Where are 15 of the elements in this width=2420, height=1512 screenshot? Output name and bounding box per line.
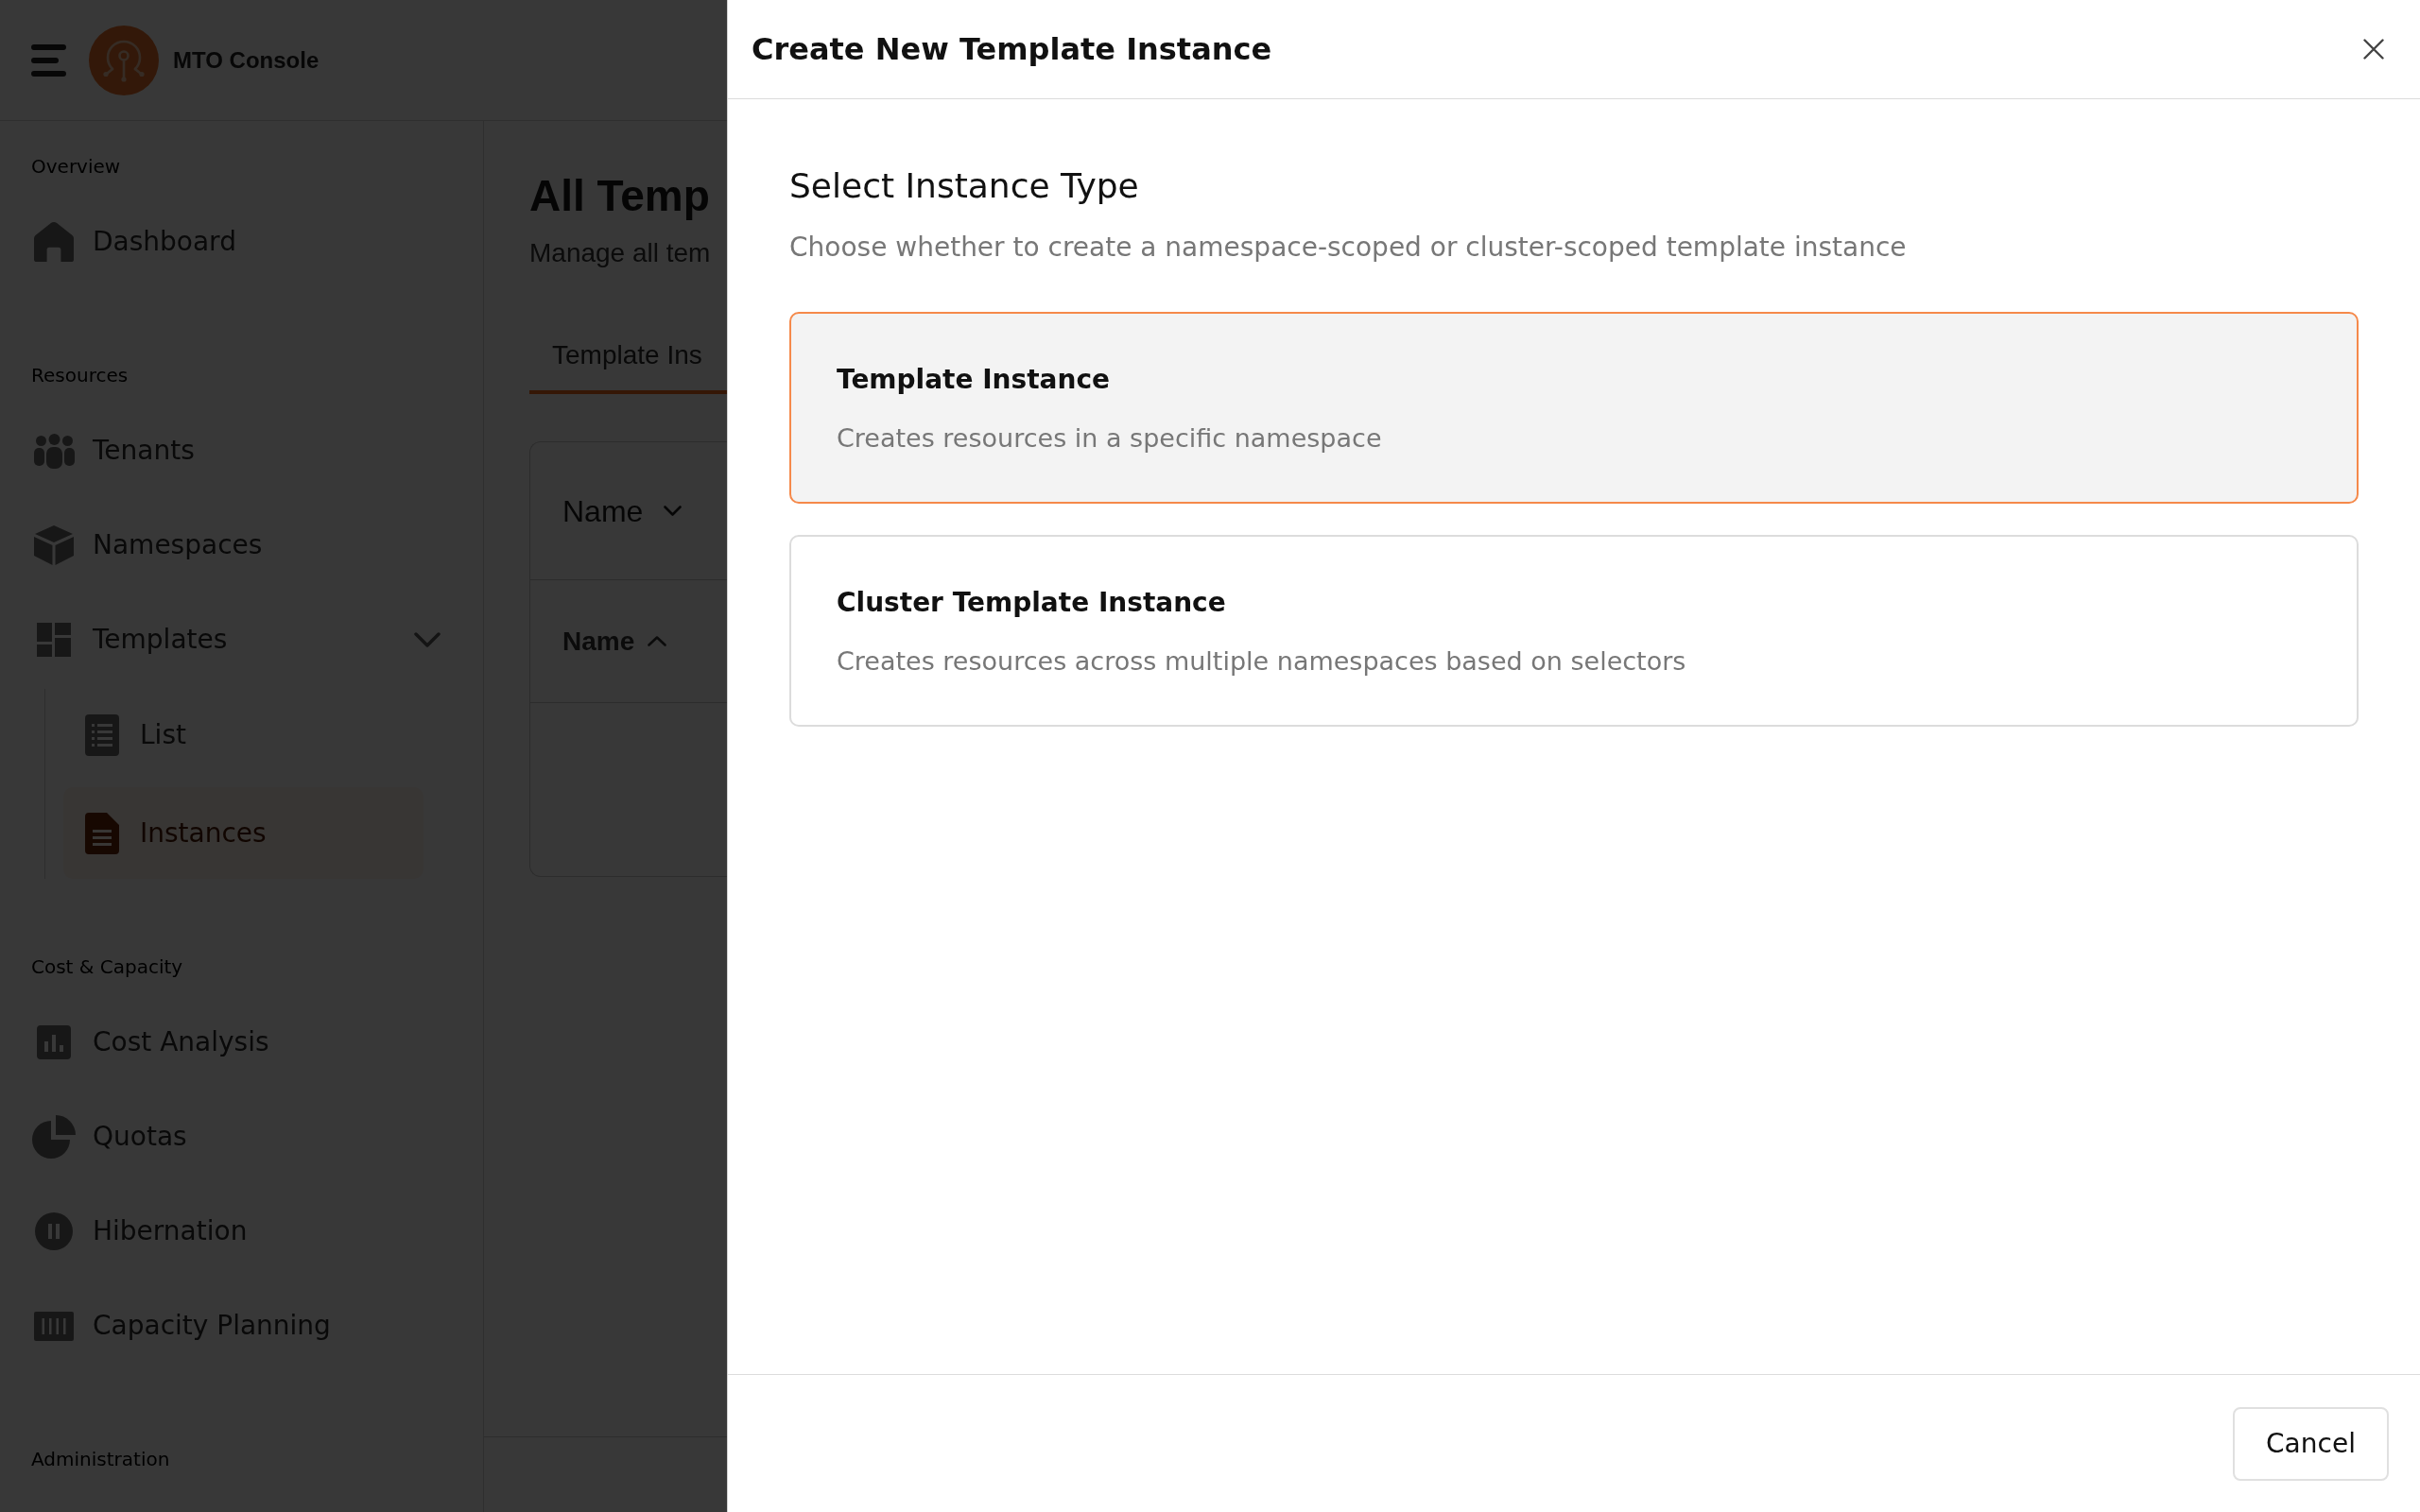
option-description: Creates resources across multiple namespaces based on selectors [837,645,1686,678]
option-card[interactable]: Template Instance Creates resources in a specific namespace [789,312,2359,504]
close-icon[interactable] [2363,39,2384,60]
dialog-title: Create New Template Instance [752,30,1272,68]
nav-section-label: Overview [31,155,121,178]
nav-section-label: Resources [31,364,129,387]
nav-section-label: Cost & Capacity [31,955,183,978]
option-card[interactable]: Cluster Template Instance Creates resources across multiple namespaces based on selectors [789,535,2359,727]
section-heading: Select Instance Type [789,167,1139,205]
cancel-button[interactable]: Cancel [2233,1406,2389,1481]
option-title: Template Instance [837,363,1111,397]
section-description: Choose whether to create a namespace-scoped or cluster-scoped template instance [789,231,1907,265]
nav-section-label: Administration [31,1448,170,1470]
option-description: Creates resources in a specific namespace [837,422,1382,455]
option-title: Cluster Template Instance [837,586,1226,620]
